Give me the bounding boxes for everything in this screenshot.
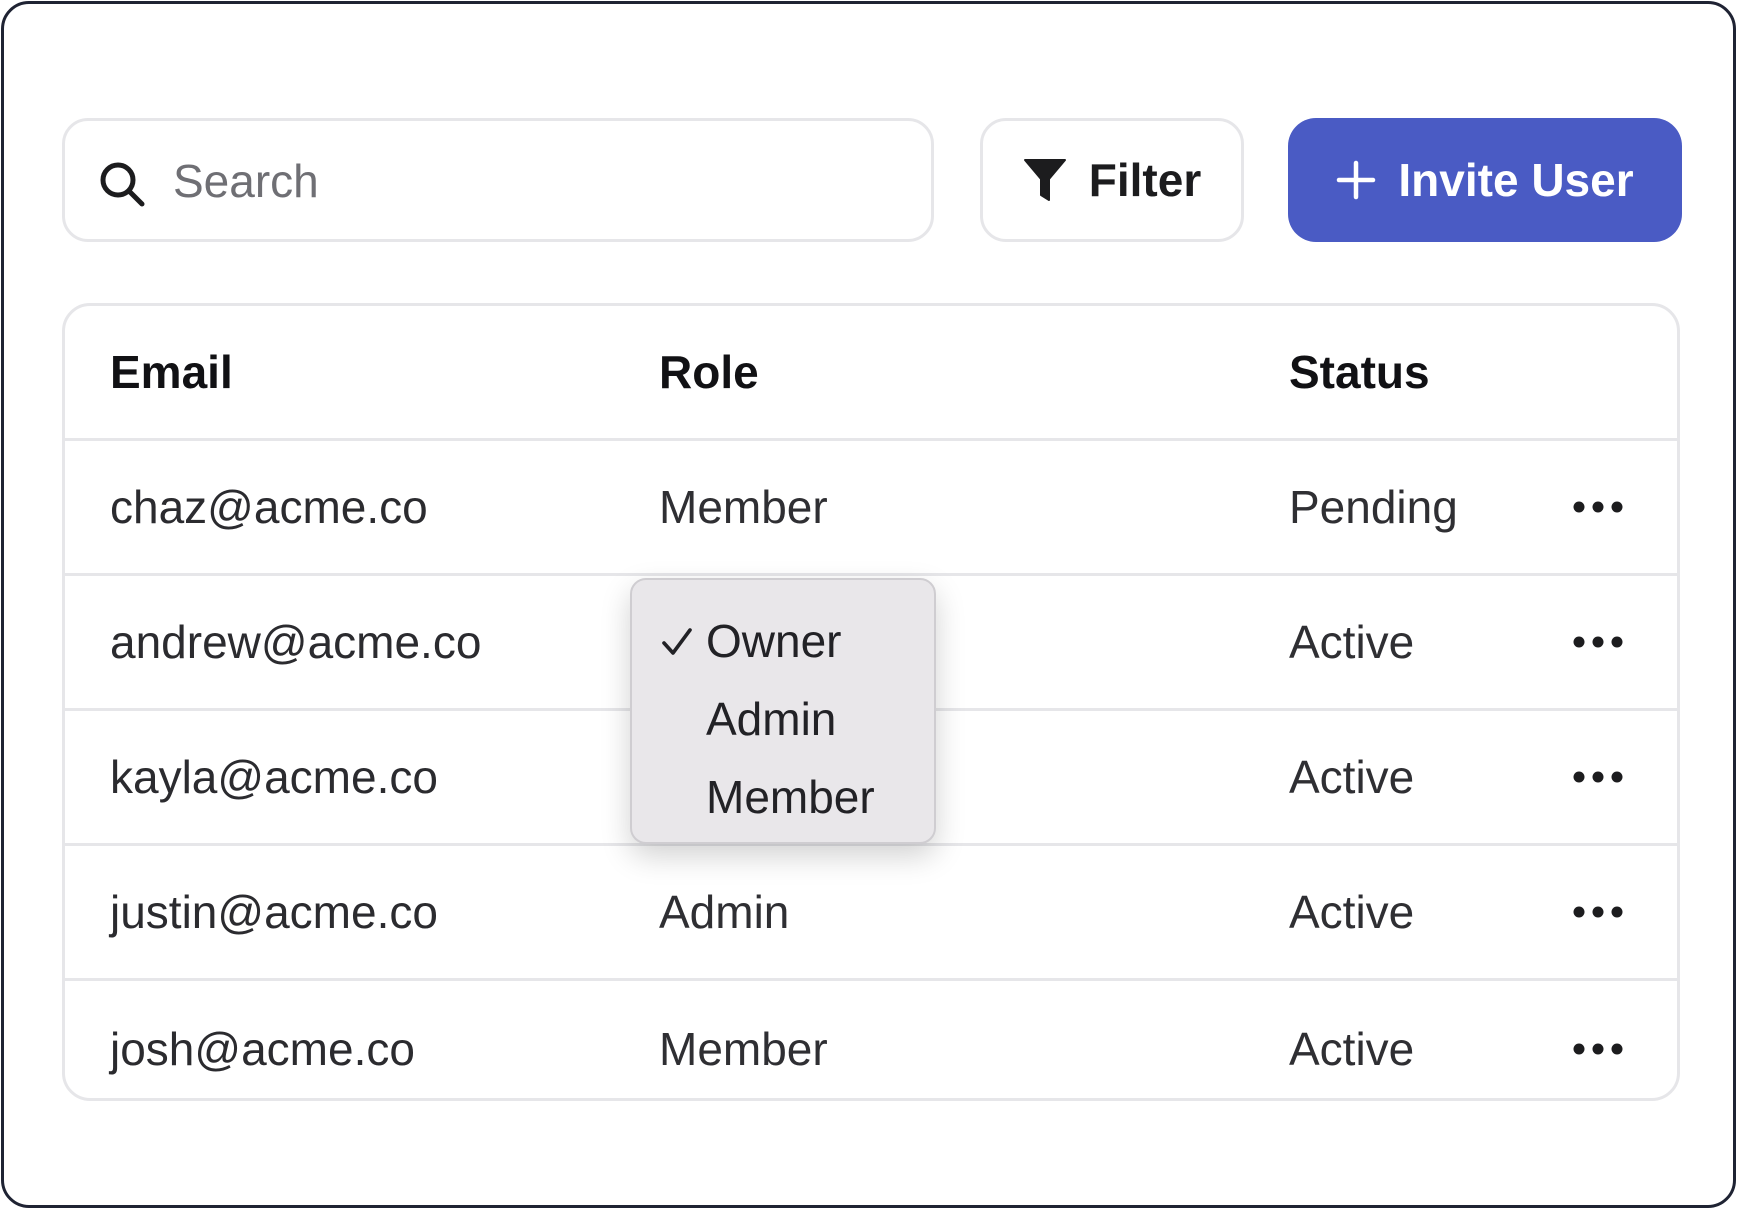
- plus-icon: [1337, 160, 1376, 200]
- role-option-member[interactable]: Member: [632, 758, 934, 836]
- filter-button[interactable]: Filter: [980, 118, 1244, 242]
- more-horizontal-icon: [1573, 636, 1623, 648]
- app-window: Filter Invite User Email Role Status cha…: [1, 1, 1736, 1208]
- more-horizontal-icon: [1573, 906, 1623, 918]
- filter-button-label: Filter: [1088, 154, 1202, 206]
- role-option-label: Member: [706, 771, 875, 823]
- status-cell: Pending: [1289, 481, 1458, 533]
- table-header-row: Email Role Status: [65, 306, 1677, 441]
- table-row: justin@acme.co Admin Active: [65, 846, 1677, 981]
- search-input[interactable]: [173, 141, 913, 221]
- role-option-label: Owner: [706, 615, 842, 667]
- email-cell: josh@acme.co: [110, 1022, 415, 1075]
- role-option-owner[interactable]: Owner: [632, 602, 934, 680]
- email-cell: andrew@acme.co: [110, 616, 482, 668]
- status-cell: Active: [1289, 616, 1415, 668]
- row-actions-button[interactable]: [1569, 711, 1627, 843]
- row-actions-button[interactable]: [1569, 576, 1627, 708]
- role-select[interactable]: Admin: [659, 846, 789, 978]
- column-header-email[interactable]: Email: [110, 306, 233, 438]
- row-actions-button[interactable]: [1569, 981, 1627, 1098]
- more-horizontal-icon: [1573, 501, 1623, 513]
- toolbar: Filter Invite User: [62, 118, 1682, 242]
- role-option-admin[interactable]: Admin: [632, 680, 934, 758]
- email-cell: justin@acme.co: [110, 886, 438, 938]
- row-actions-button[interactable]: [1569, 846, 1627, 978]
- more-horizontal-icon: [1573, 1043, 1623, 1054]
- invite-user-button[interactable]: Invite User: [1288, 118, 1682, 242]
- role-select[interactable]: Member: [659, 441, 828, 573]
- status-cell: Active: [1289, 1022, 1415, 1075]
- role-select[interactable]: Member: [659, 981, 828, 1098]
- role-dropdown-menu: Owner Admin Member: [630, 578, 936, 844]
- row-actions-button[interactable]: [1569, 441, 1627, 573]
- status-cell: Active: [1289, 886, 1415, 938]
- search-box[interactable]: [62, 118, 934, 242]
- column-header-status[interactable]: Status: [1289, 306, 1430, 438]
- role-option-label: Admin: [706, 693, 837, 745]
- search-icon: [100, 162, 145, 207]
- table-row: chaz@acme.co Member Pending: [65, 441, 1677, 576]
- check-icon: [662, 628, 692, 655]
- email-cell: chaz@acme.co: [110, 481, 428, 533]
- email-cell: kayla@acme.co: [110, 751, 438, 803]
- filter-icon: [1023, 159, 1066, 201]
- column-header-role[interactable]: Role: [659, 306, 759, 438]
- status-cell: Active: [1289, 751, 1415, 803]
- table-row: josh@acme.co Member Active: [65, 981, 1677, 1098]
- more-horizontal-icon: [1573, 771, 1623, 783]
- invite-user-button-label: Invite User: [1398, 154, 1634, 206]
